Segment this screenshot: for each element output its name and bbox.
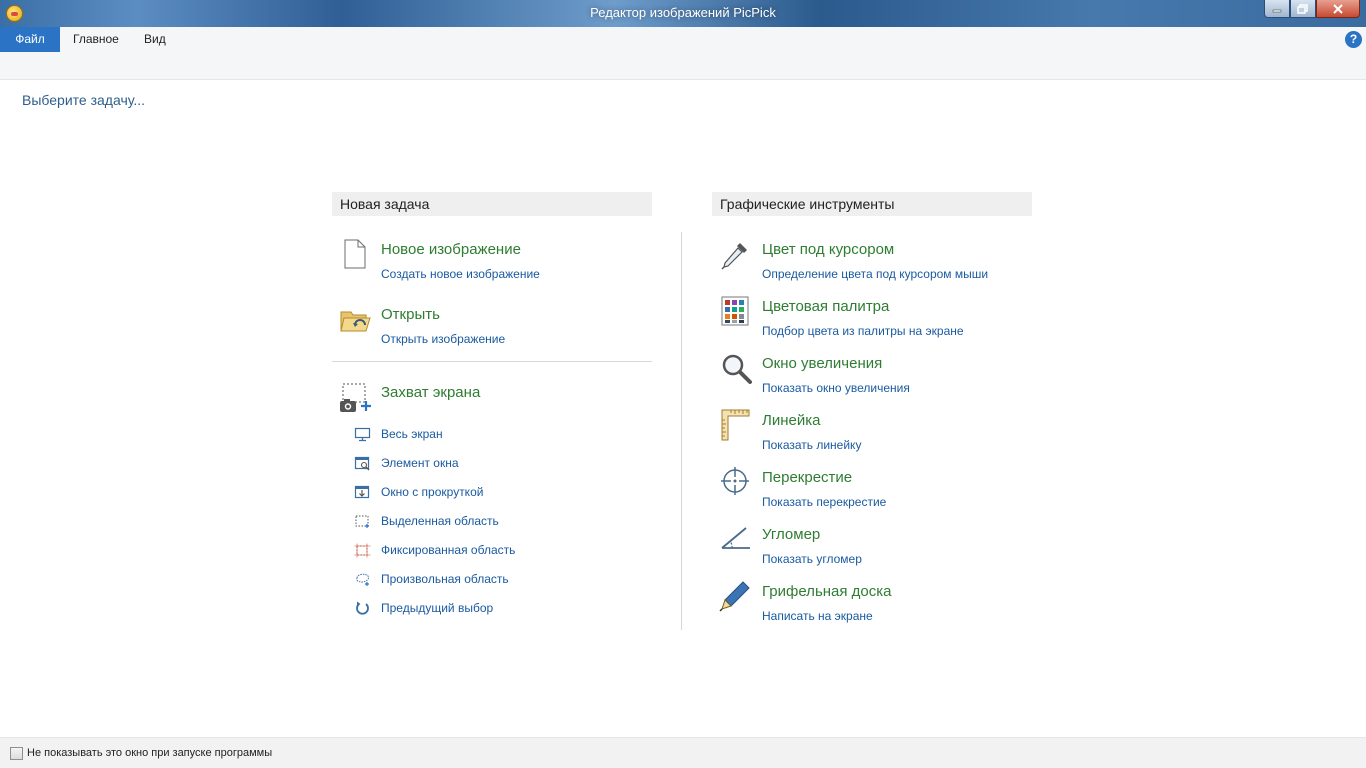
new-task-heading: Новая задача xyxy=(332,192,652,216)
magnifier-icon[interactable] xyxy=(721,353,753,385)
ruler-title[interactable]: Линейка xyxy=(762,412,820,429)
dont-show-checkbox[interactable] xyxy=(10,747,23,760)
new-image-link[interactable]: Создать новое изображение xyxy=(381,267,540,281)
capture-option-label: Произвольная область xyxy=(381,572,509,586)
minimize-button[interactable] xyxy=(1264,0,1290,18)
crosshair-icon[interactable] xyxy=(721,467,751,497)
close-button[interactable] xyxy=(1316,0,1360,18)
capture-option-label: Фиксированная область xyxy=(381,543,516,557)
pen-icon[interactable] xyxy=(719,580,751,612)
capture-option-label: Элемент окна xyxy=(381,456,459,470)
fixed-region-icon xyxy=(354,543,371,558)
protractor-title[interactable]: Угломер xyxy=(762,526,820,543)
color-palette-link[interactable]: Подбор цвета из палитры на экране xyxy=(762,324,964,338)
freehand-icon xyxy=(356,573,369,586)
color-picker-link[interactable]: Определение цвета под курсором мыши xyxy=(762,267,988,281)
graphic-tools-heading: Графические инструменты xyxy=(712,192,1032,216)
dont-show-label[interactable]: Не показывать это окно при запуске прогр… xyxy=(27,747,272,759)
scrolling-window-icon xyxy=(354,485,370,499)
page-title: Выберите задачу... xyxy=(22,92,145,108)
screen-capture-icon[interactable] xyxy=(338,382,372,414)
protractor-link[interactable]: Показать угломер xyxy=(762,552,862,566)
tab-file[interactable]: Файл xyxy=(0,27,60,52)
color-picker-title[interactable]: Цвет под курсором xyxy=(762,241,894,258)
magnifier-title[interactable]: Окно увеличения xyxy=(762,355,882,372)
footer-bar: Не показывать это окно при запуске прогр… xyxy=(0,737,1366,768)
close-icon xyxy=(1333,3,1343,14)
monitor-icon xyxy=(354,427,371,442)
screen-capture-title[interactable]: Захват экрана xyxy=(381,384,480,401)
open-title[interactable]: Открыть xyxy=(381,306,440,323)
region-icon xyxy=(355,515,369,528)
maximize-button[interactable] xyxy=(1290,0,1316,18)
whiteboard-title[interactable]: Грифельная доска xyxy=(762,583,892,600)
column-divider xyxy=(681,232,682,630)
capture-option-label: Предыдущий выбор xyxy=(381,601,494,615)
crosshair-title[interactable]: Перекрестие xyxy=(762,469,852,486)
capture-option-label: Весь экран xyxy=(381,427,443,441)
ruler-link[interactable]: Показать линейку xyxy=(762,438,861,452)
window-title: Редактор изображений PicPick xyxy=(590,5,776,20)
capture-option-label: Выделенная область xyxy=(381,514,499,528)
palette-icon[interactable] xyxy=(721,296,749,326)
window-controls xyxy=(1264,0,1360,18)
whiteboard-link[interactable]: Написать на экране xyxy=(762,609,873,623)
restore-icon xyxy=(1297,3,1308,14)
tab-home[interactable]: Главное xyxy=(60,27,132,52)
color-palette-title[interactable]: Цветовая палитра xyxy=(762,298,889,315)
tab-view[interactable]: Вид xyxy=(131,27,179,52)
ruler-icon[interactable] xyxy=(721,409,751,441)
repeat-icon xyxy=(356,601,369,615)
window-control-icon xyxy=(354,456,370,471)
new-document-icon[interactable] xyxy=(343,238,367,270)
ribbon: Файл Главное Вид ? xyxy=(0,27,1366,80)
new-image-title[interactable]: Новое изображение xyxy=(381,241,521,258)
help-icon[interactable]: ? xyxy=(1345,31,1362,48)
eyedropper-icon[interactable] xyxy=(720,239,752,271)
capture-option-label: Окно с прокруткой xyxy=(381,485,484,499)
crosshair-link[interactable]: Показать перекрестие xyxy=(762,495,886,509)
section-divider xyxy=(332,361,652,362)
open-link[interactable]: Открыть изображение xyxy=(381,332,505,346)
magnifier-link[interactable]: Показать окно увеличения xyxy=(762,381,910,395)
title-bar: Редактор изображений PicPick xyxy=(0,0,1366,27)
open-folder-icon[interactable] xyxy=(340,306,372,334)
minimize-icon xyxy=(1272,9,1282,12)
protractor-icon[interactable] xyxy=(720,524,752,552)
